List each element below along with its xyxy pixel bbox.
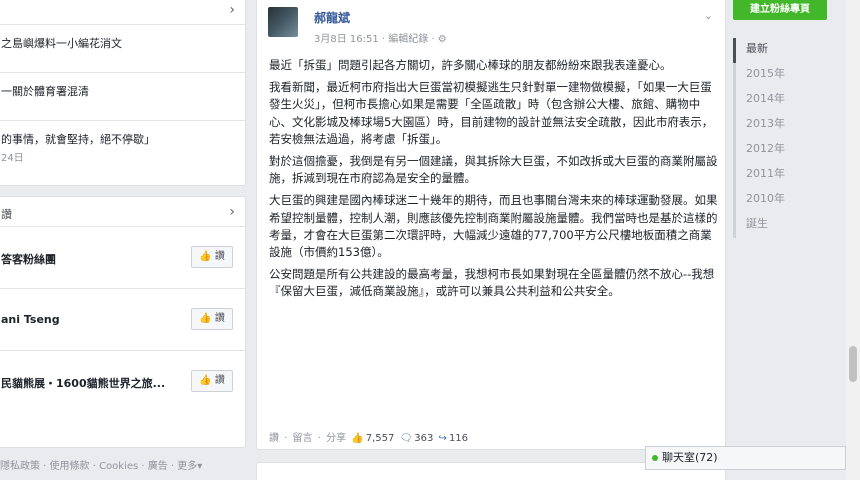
share-link[interactable]: 分享 xyxy=(326,433,346,444)
scrollbar[interactable] xyxy=(846,0,860,480)
news-item-text: 一關於體育署混清 xyxy=(1,85,89,98)
post-card: 郝龍斌 3月8日 16:51 · 編輯紀錄 · ⚙ ⌄ 最近「拆蛋」問題引起各方… xyxy=(256,0,726,450)
online-status-icon xyxy=(652,455,658,461)
like-page-button[interactable]: 👍 讚 xyxy=(191,370,233,392)
page-row: ani Tseng 👍 讚 xyxy=(0,289,245,351)
liked-pages-card: 讚 › 答客粉絲團 👍 讚 ani Tseng 👍 讚 民貓熊展・1600貓熊世… xyxy=(0,196,246,448)
likes-count[interactable]: 7,557 xyxy=(366,433,395,444)
post-paragraph: 公安問題是所有公共建設的最高考量，我想柯市長如果對現在全區量體仍然不放心--我想… xyxy=(269,267,715,299)
like-page-button[interactable]: 👍 讚 xyxy=(191,308,233,330)
chat-label: 聊天室(72) xyxy=(662,451,718,464)
timeline-item-2012[interactable]: 2012年 xyxy=(733,138,833,163)
thumbs-up-icon: 👍 xyxy=(351,433,364,444)
news-item-text: 之島嶼爆料一小編花消文 xyxy=(1,37,122,50)
chat-bar[interactable]: 聊天室(72) xyxy=(645,446,846,470)
comment-link[interactable]: 留言 xyxy=(293,433,313,444)
page-name[interactable]: 民貓熊展・1600貓熊世界之旅... xyxy=(1,375,165,391)
share-icon: ↪ xyxy=(438,433,447,444)
timeline-nav: 最新 2015年 2014年 2013年 2012年 2011年 2010年 誕… xyxy=(733,38,833,238)
news-item-text: 的事情，就會堅持，絕不停歇」 xyxy=(1,133,155,146)
post-paragraph: 最近「拆蛋」問題引起各方關切，許多關心棒球的朋友都紛紛來跟我表達憂心。 xyxy=(269,58,672,72)
footer-links[interactable]: 隱私政策 · 使用條款 · Cookies · 廣告 · 更多▾ xyxy=(0,457,202,472)
shares-count[interactable]: 116 xyxy=(449,433,468,444)
chevron-down-icon[interactable]: ⌄ xyxy=(704,9,713,22)
thumbs-up-icon: 👍 xyxy=(199,375,212,386)
like-page-button[interactable]: 👍 讚 xyxy=(191,246,233,268)
timeline-item-2014[interactable]: 2014年 xyxy=(733,88,833,113)
avatar[interactable] xyxy=(268,7,298,37)
timeline-item-2010[interactable]: 2010年 xyxy=(733,188,833,213)
news-item[interactable]: 之島嶼爆料一小編花消文 xyxy=(0,25,245,73)
timeline-item-2013[interactable]: 2013年 xyxy=(733,113,833,138)
post-actions: 讚 · 留言 · 分享 👍 7,557 🗨 363 ↪ 116 xyxy=(269,433,469,444)
post-paragraph: 對於這個擔憂，我倒是有另一個建議，與其拆除大巨蛋，不如改拆或大巨蛋的商業附屬設施… xyxy=(269,154,718,186)
comments-count[interactable]: 363 xyxy=(414,433,433,444)
timeline-item-2015[interactable]: 2015年 xyxy=(733,63,833,88)
liked-pages-header: 讚 › xyxy=(0,197,245,227)
page-row: 民貓熊展・1600貓熊世界之旅... 👍 讚 xyxy=(0,351,245,413)
scrollbar-thumb[interactable] xyxy=(849,346,857,382)
like-link[interactable]: 讚 xyxy=(269,433,279,444)
post-meta[interactable]: 3月8日 16:51 · 編輯紀錄 · ⚙ xyxy=(314,30,447,45)
thumbs-up-icon: 👍 xyxy=(199,251,212,262)
create-page-button[interactable]: 建立粉絲專頁 xyxy=(733,0,827,20)
page-name[interactable]: ani Tseng xyxy=(1,313,60,326)
post-author[interactable]: 郝龍斌 xyxy=(314,9,350,26)
post-body: 最近「拆蛋」問題引起各方關切，許多關心棒球的朋友都紛紛來跟我表達憂心。 我看新聞… xyxy=(269,57,721,306)
post-paragraph: 大巨蛋的興建是國內棒球迷二十幾年的期待，而且也事關台灣未來的棒球運動發展。如果希… xyxy=(269,193,718,260)
post-paragraph: 我看新聞，最近柯市府指出大巨蛋當初模擬逃生只針對單一建物做模擬，「如果一大巨蛋發… xyxy=(269,80,714,146)
timeline-item-2011[interactable]: 2011年 xyxy=(733,163,833,188)
page-row: 答客粉絲團 👍 讚 xyxy=(0,227,245,289)
news-item[interactable]: 一關於體育署混清 xyxy=(0,73,245,121)
left-column: › 之島嶼爆料一小編花消文 一關於體育署混清 的事情，就會堅持，絕不停歇」 24… xyxy=(0,0,246,480)
news-item-date: 24日 xyxy=(1,153,24,164)
news-card: › 之島嶼爆料一小編花消文 一關於體育署混清 的事情，就會堅持，絕不停歇」 24… xyxy=(0,0,246,186)
news-card-header: › xyxy=(0,0,245,25)
comment-icon: 🗨 xyxy=(399,433,413,444)
chevron-right-icon[interactable]: › xyxy=(229,204,235,220)
chevron-right-icon[interactable]: › xyxy=(229,2,235,18)
liked-pages-title: 讚 xyxy=(1,208,12,221)
timeline-item-latest[interactable]: 最新 xyxy=(733,38,833,63)
news-item[interactable]: 的事情，就會堅持，絕不停歇」 24日 xyxy=(0,121,245,181)
thumbs-up-icon: 👍 xyxy=(199,313,212,324)
timeline-item-born[interactable]: 誕生 xyxy=(733,213,833,238)
page-name[interactable]: 答客粉絲團 xyxy=(1,251,56,267)
